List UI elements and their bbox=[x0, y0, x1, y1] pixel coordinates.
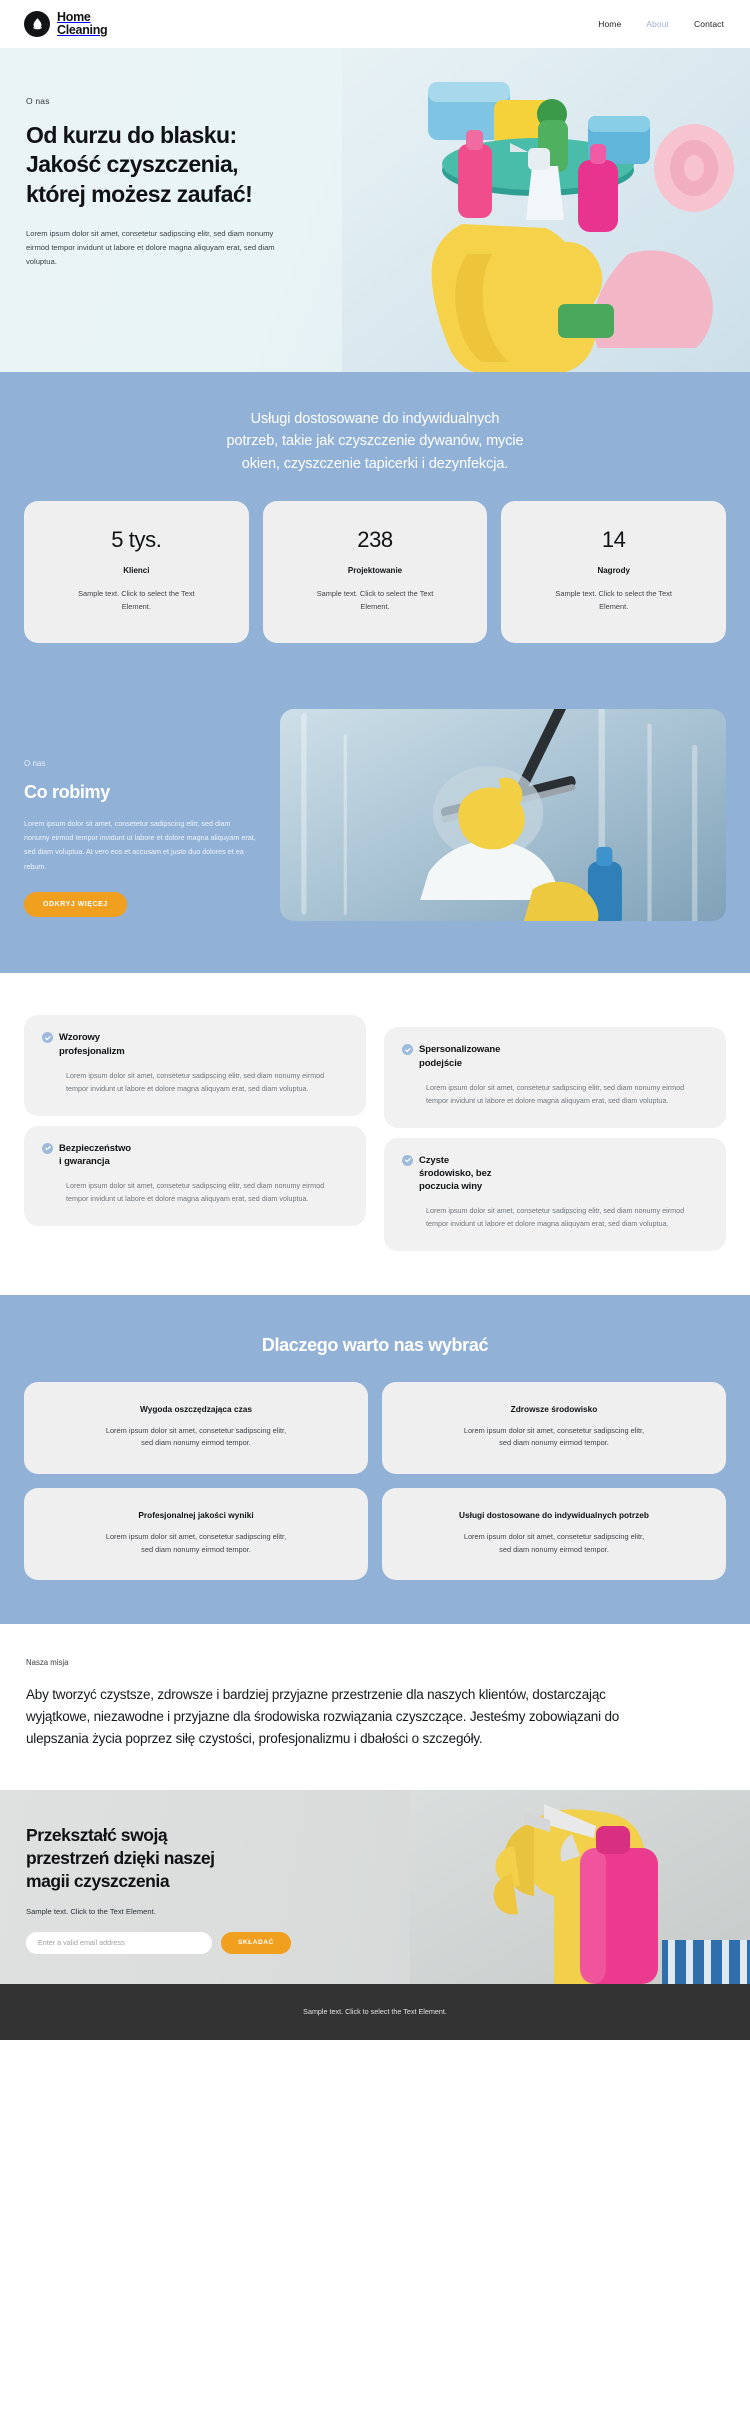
cta-title: Przekształć swoją przestrzeń dzięki nasz… bbox=[26, 1824, 215, 1891]
site-header: Home Cleaning Home About Contact bbox=[0, 0, 750, 48]
why-card-title: Profesjonalnej jakości wyniki bbox=[138, 1509, 254, 1520]
hero-title: Od kurzu do blasku: Jakość czyszczenia, … bbox=[26, 122, 253, 207]
why-card: Usługi dostosowane do indywidualnych pot… bbox=[382, 1487, 726, 1581]
feature-description: Lorem ipsum dolor sit amet, consetetur s… bbox=[426, 1205, 685, 1228]
why-card-description: Lorem ipsum dolor sit amet, consetetur s… bbox=[463, 1425, 645, 1448]
why-card-title: Zdrowsze środowisko bbox=[510, 1403, 598, 1414]
nav-item-about[interactable]: About bbox=[646, 19, 669, 29]
feature-card: Czyste środowisko, bez poczucia winy Lor… bbox=[384, 1137, 726, 1251]
feature-description: Lorem ipsum dolor sit amet, consetetur s… bbox=[426, 1082, 685, 1105]
why-card-description: Lorem ipsum dolor sit amet, consetetur s… bbox=[463, 1531, 645, 1554]
stat-value: 5 tys. bbox=[111, 527, 162, 553]
check-circle-icon bbox=[402, 1044, 413, 1056]
why-card-title: Wygoda oszczędzająca czas bbox=[140, 1403, 252, 1414]
mission-section: Nasza misja Aby tworzyć czystsze, zdrows… bbox=[0, 1624, 750, 1790]
water-drop-icon bbox=[24, 11, 50, 37]
stat-description: Sample text. Click to select the Text El… bbox=[316, 589, 434, 611]
footer-text: Sample text. Click to select the Text El… bbox=[303, 2007, 447, 2017]
brand-logo[interactable]: Home Cleaning bbox=[24, 10, 108, 37]
why-card: Profesjonalnej jakości wyniki Lorem ipsu… bbox=[24, 1487, 368, 1581]
feature-description: Lorem ipsum dolor sit amet, consetetur s… bbox=[66, 1180, 325, 1203]
stats-row: 5 tys. Klienci Sample text. Click to sel… bbox=[0, 501, 750, 644]
why-card-description: Lorem ipsum dolor sit amet, consetetur s… bbox=[105, 1531, 287, 1554]
stat-card: 14 Nagrody Sample text. Click to select … bbox=[501, 501, 727, 644]
why-card-title: Usługi dostosowane do indywidualnych pot… bbox=[459, 1509, 649, 1520]
stat-card: 5 tys. Klienci Sample text. Click to sel… bbox=[24, 501, 249, 644]
feature-card: Bezpieczeństwo i gwarancja Lorem ipsum d… bbox=[24, 1125, 366, 1226]
about-section: O nas Co robimy Lorem ipsum dolor sit am… bbox=[0, 679, 750, 974]
submit-button[interactable]: SKŁADAĆ bbox=[221, 1931, 291, 1954]
email-input[interactable] bbox=[26, 1931, 212, 1954]
site-footer: Sample text. Click to select the Text El… bbox=[0, 1983, 750, 2040]
stat-description: Sample text. Click to select the Text El… bbox=[78, 589, 195, 611]
stat-label: Klienci bbox=[123, 566, 150, 576]
why-choose-us-section: Dlaczego warto nas wybrać Wygoda oszczęd… bbox=[0, 1294, 750, 1625]
about-description: Lorem ipsum dolor sit amet, consetetur s… bbox=[24, 819, 256, 871]
features-section: Wzorowy profesjonalizm Lorem ipsum dolor… bbox=[0, 973, 750, 1295]
nav-item-contact[interactable]: Contact bbox=[694, 19, 724, 29]
hero-image-cleaning-supplies bbox=[342, 48, 750, 372]
stat-description: Sample text. Click to select the Text El… bbox=[555, 589, 672, 611]
feature-title: Spersonalizowane podejście bbox=[419, 1044, 501, 1069]
feature-title: Bezpieczeństwo i gwarancja bbox=[59, 1142, 131, 1167]
check-circle-icon bbox=[402, 1154, 413, 1166]
discover-more-button[interactable]: ODKRYJ WIĘCEJ bbox=[24, 891, 127, 917]
check-circle-icon bbox=[42, 1032, 53, 1044]
features-grid: Wzorowy profesjonalizm Lorem ipsum dolor… bbox=[24, 1015, 726, 1251]
hero-section: O nas Od kurzu do blasku: Jakość czyszcz… bbox=[0, 48, 750, 372]
newsletter-form: SKŁADAĆ bbox=[26, 1931, 330, 1954]
feature-card: Wzorowy profesjonalizm Lorem ipsum dolor… bbox=[24, 1015, 366, 1116]
hero-eyebrow: O nas bbox=[26, 96, 50, 106]
nav-item-home[interactable]: Home bbox=[598, 19, 621, 29]
about-title: Co robimy bbox=[24, 782, 110, 803]
hero-description: Lorem ipsum dolor sit amet, consetetur s… bbox=[26, 229, 275, 267]
mission-eyebrow: Nasza misja bbox=[26, 1658, 69, 1668]
services-heading: Usługi dostosowane do indywidualnych pot… bbox=[226, 411, 524, 472]
about-image-window-cleaning bbox=[280, 709, 726, 922]
feature-title: Czyste środowisko, bez poczucia winy bbox=[419, 1154, 492, 1192]
stat-value: 238 bbox=[357, 527, 393, 553]
why-card-description: Lorem ipsum dolor sit amet, consetetur s… bbox=[105, 1425, 287, 1448]
cta-image-spray-bottle bbox=[410, 1789, 750, 1984]
why-card: Wygoda oszczędzająca czas Lorem ipsum do… bbox=[24, 1381, 368, 1474]
stat-label: Nagrody bbox=[597, 566, 630, 576]
stat-label: Projektowanie bbox=[347, 566, 403, 576]
stat-card: 238 Projektowanie Sample text. Click to … bbox=[262, 501, 488, 644]
main-nav: Home About Contact bbox=[598, 19, 724, 29]
why-card: Zdrowsze środowisko Lorem ipsum dolor si… bbox=[382, 1381, 726, 1474]
why-choose-us-title: Dlaczego warto nas wybrać bbox=[261, 1334, 489, 1355]
brand-name: Home Cleaning bbox=[57, 10, 108, 37]
services-section: Usługi dostosowane do indywidualnych pot… bbox=[0, 372, 750, 680]
feature-description: Lorem ipsum dolor sit amet, consetetur s… bbox=[66, 1070, 325, 1093]
about-eyebrow: O nas bbox=[24, 759, 46, 769]
cta-section: Przekształć swoją przestrzeń dzięki nasz… bbox=[0, 1789, 750, 1984]
feature-title: Wzorowy profesjonalizm bbox=[59, 1032, 125, 1057]
check-circle-icon bbox=[42, 1142, 53, 1154]
why-cards-grid: Wygoda oszczędzająca czas Lorem ipsum do… bbox=[24, 1381, 726, 1581]
stat-value: 14 bbox=[601, 527, 626, 553]
feature-card: Spersonalizowane podejście Lorem ipsum d… bbox=[384, 1027, 726, 1128]
mission-statement: Aby tworzyć czystsze, zdrowsze i bardzie… bbox=[26, 1687, 620, 1746]
cta-subtitle: Sample text. Click to the Text Element. bbox=[26, 1906, 156, 1916]
